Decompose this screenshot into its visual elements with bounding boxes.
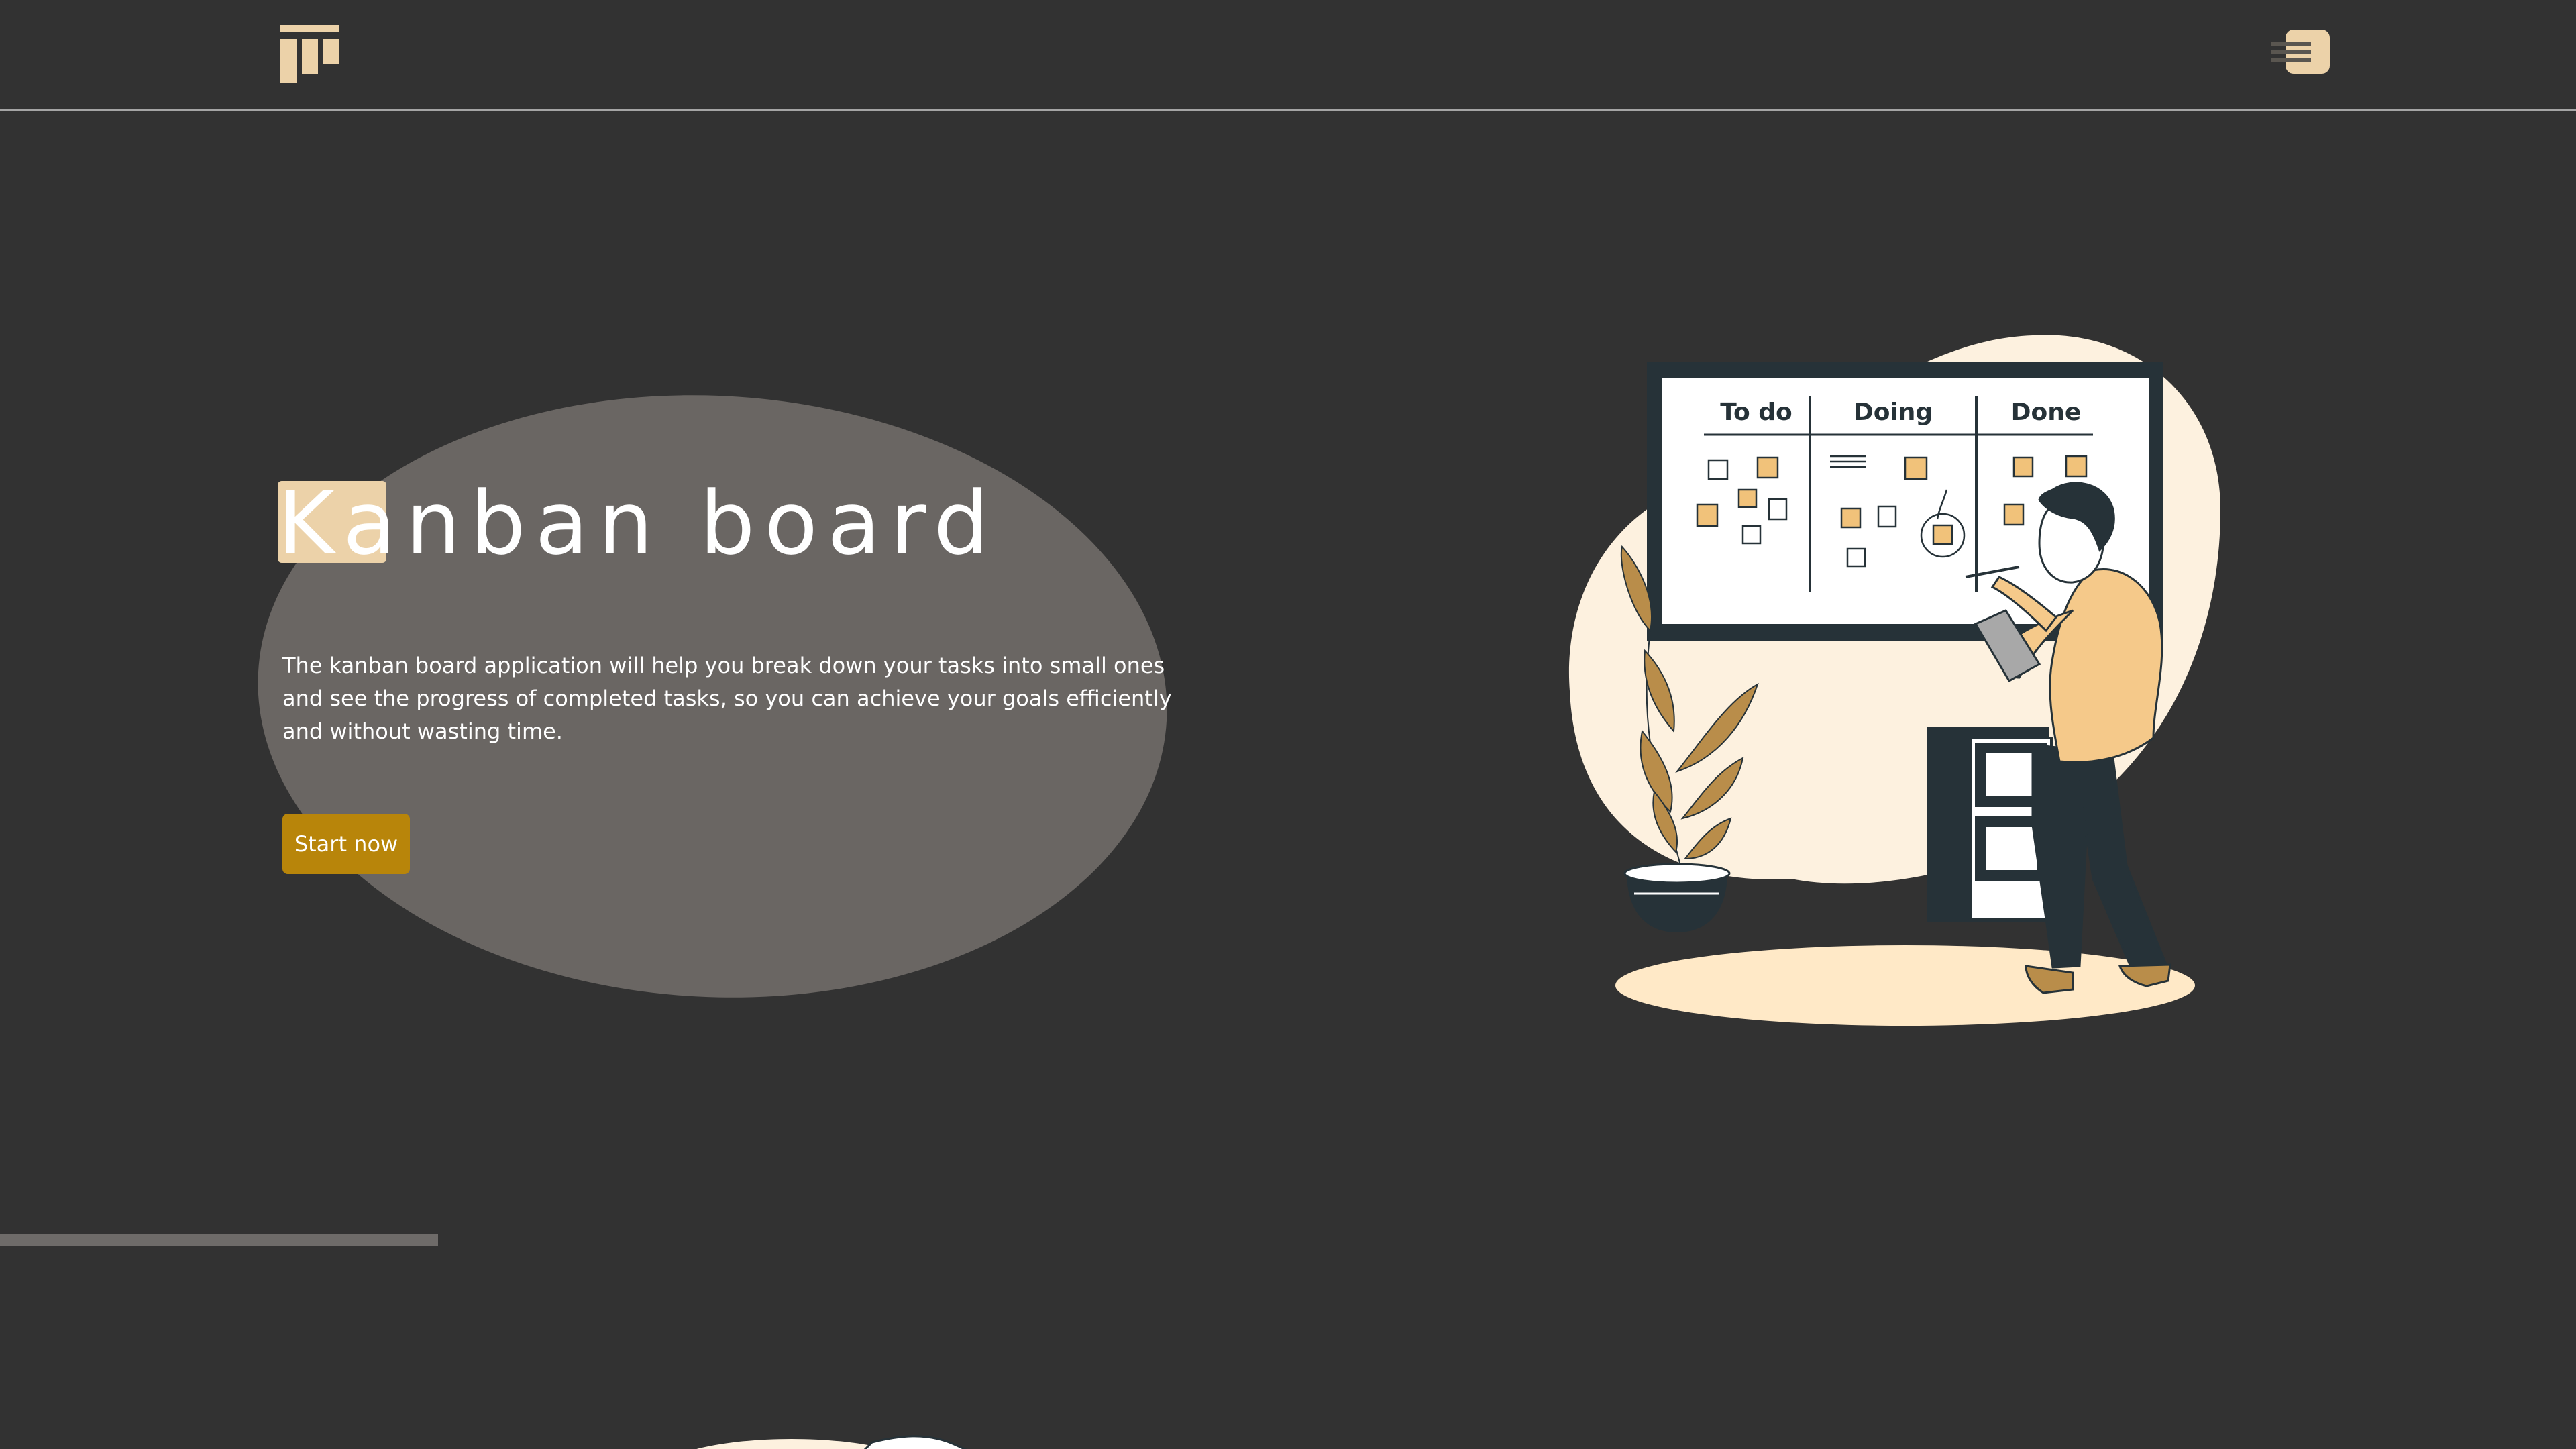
column-done-label: Done [2011,398,2082,426]
start-now-button[interactable]: Start now [282,814,410,874]
hamburger-menu-icon [2271,30,2330,74]
kanban-illustration: To do Doing Done [1568,335,2220,1026]
next-section-illustration [696,1435,967,1449]
scroll-progress-bar [0,1234,438,1246]
floor-shadow [1615,945,2195,1026]
landing-page: Kanban board The kanban board applicatio… [0,0,2576,1449]
menu-button[interactable] [2271,30,2330,75]
column-todo-label: To do [1720,398,1792,426]
hero-description: The kanban board application will help y… [282,653,1172,744]
top-header [0,0,2576,111]
column-doing-label: Doing [1854,398,1933,426]
kanban-logo-icon[interactable] [280,25,339,83]
hero-title: Kanban board [278,472,999,574]
